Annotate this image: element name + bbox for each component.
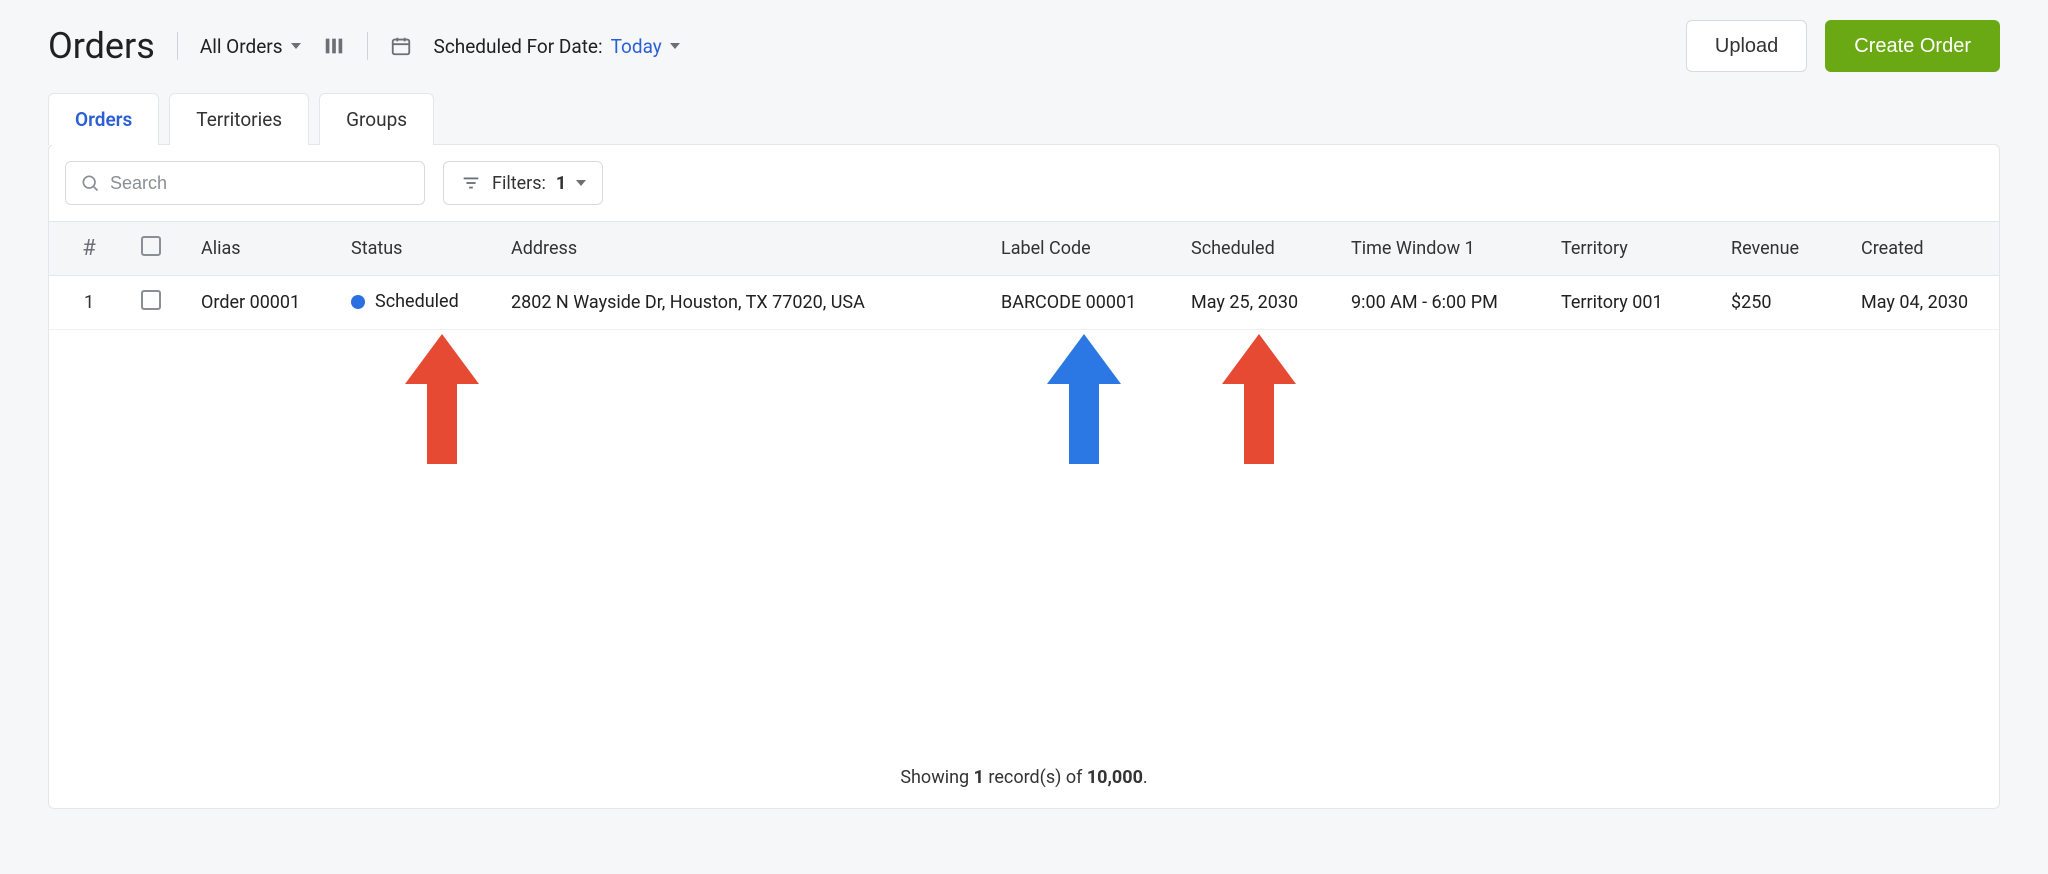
divider: [367, 32, 368, 60]
tabs: Orders Territories Groups: [48, 92, 2000, 144]
all-orders-label: All Orders: [200, 35, 283, 58]
table-empty-space: [49, 484, 1999, 744]
arrow-scheduled-red: [1222, 334, 1296, 464]
checkbox-icon[interactable]: [141, 290, 161, 310]
annotation-arrows: [49, 334, 1999, 484]
orders-panel: Filters: 1 # Alias Status Address Label …: [48, 144, 2000, 809]
table-footer: Showing 1 record(s) of 10,000.: [49, 744, 1999, 808]
tab-groups[interactable]: Groups: [319, 93, 434, 145]
cell-scheduled: May 25, 2030: [1179, 278, 1339, 327]
cell-num: 1: [49, 278, 129, 327]
checkbox-icon[interactable]: [141, 236, 161, 256]
scheduled-for-value: Today: [611, 35, 662, 58]
page-title: Orders: [48, 25, 155, 67]
col-status[interactable]: Status: [339, 224, 499, 273]
filter-icon: [460, 172, 482, 194]
col-created[interactable]: Created: [1849, 224, 1999, 273]
search-input[interactable]: [110, 173, 410, 194]
calendar-icon[interactable]: [390, 35, 412, 57]
col-scheduled[interactable]: Scheduled: [1179, 224, 1339, 273]
cell-territory: Territory 001: [1549, 278, 1719, 327]
header-left: Orders All Orders Scheduled For Date: To…: [48, 25, 680, 67]
arrow-status-red: [405, 334, 479, 464]
all-orders-dropdown[interactable]: All Orders: [200, 35, 301, 58]
col-select[interactable]: [129, 222, 189, 275]
cell-select[interactable]: [129, 276, 189, 329]
cell-created: May 04, 2030: [1849, 278, 1999, 327]
scheduled-for-date[interactable]: Scheduled For Date: Today: [434, 35, 680, 58]
toolbar: Filters: 1: [49, 145, 1999, 221]
tab-orders[interactable]: Orders: [48, 93, 159, 145]
chevron-down-icon: [670, 43, 680, 49]
filters-count: 1: [556, 173, 566, 194]
orders-table: # Alias Status Address Label Code Schedu…: [49, 221, 1999, 484]
tab-territories[interactable]: Territories: [169, 93, 309, 145]
footer-total: 10,000: [1087, 767, 1143, 788]
col-revenue[interactable]: Revenue: [1719, 224, 1849, 273]
search-icon: [80, 172, 100, 194]
columns-icon[interactable]: [323, 35, 345, 57]
footer-middle: record(s) of: [984, 767, 1087, 788]
footer-suffix: .: [1143, 767, 1148, 788]
cell-address: 2802 N Wayside Dr, Houston, TX 77020, US…: [499, 278, 989, 327]
create-order-button[interactable]: Create Order: [1825, 20, 2000, 72]
table-header: # Alias Status Address Label Code Schedu…: [49, 221, 1999, 276]
divider: [177, 32, 178, 60]
footer-shown: 1: [974, 767, 984, 788]
status-dot-icon: [351, 295, 365, 309]
footer-prefix: Showing: [900, 767, 973, 788]
upload-button[interactable]: Upload: [1686, 20, 1807, 72]
cell-labelcode: BARCODE 00001: [989, 278, 1179, 327]
search-input-wrap[interactable]: [65, 161, 425, 205]
col-num[interactable]: #: [49, 222, 129, 275]
col-alias[interactable]: Alias: [189, 224, 339, 273]
chevron-down-icon: [291, 43, 301, 49]
filters-label: Filters:: [492, 173, 546, 194]
cell-revenue: $250: [1719, 278, 1849, 327]
header-right: Upload Create Order: [1686, 20, 2000, 72]
col-labelcode[interactable]: Label Code: [989, 224, 1179, 273]
table-row[interactable]: 1 Order 00001 Scheduled 2802 N Wayside D…: [49, 276, 1999, 330]
filters-button[interactable]: Filters: 1: [443, 161, 603, 205]
cell-alias: Order 00001: [189, 278, 339, 327]
arrow-labelcode-blue: [1047, 334, 1121, 464]
chevron-down-icon: [576, 180, 586, 186]
page-header: Orders All Orders Scheduled For Date: To…: [48, 20, 2000, 72]
col-address[interactable]: Address: [499, 224, 989, 273]
cell-status: Scheduled: [339, 277, 499, 328]
col-territory[interactable]: Territory: [1549, 224, 1719, 273]
scheduled-for-label: Scheduled For Date:: [434, 35, 603, 58]
cell-timewindow: 9:00 AM - 6:00 PM: [1339, 278, 1549, 327]
status-text: Scheduled: [375, 291, 459, 312]
col-timewindow[interactable]: Time Window 1: [1339, 224, 1549, 273]
